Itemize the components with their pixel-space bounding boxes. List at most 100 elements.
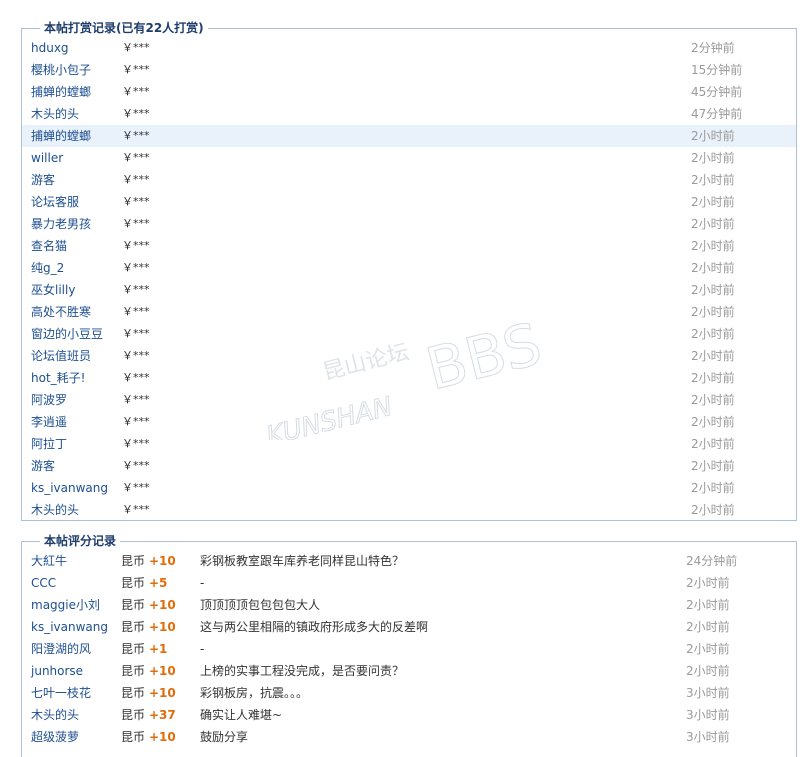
reward-row: 巫女lilly ￥*** 2小时前: [22, 279, 796, 301]
reward-row: 纯g_2 ￥*** 2小时前: [22, 257, 796, 279]
reward-row: 樱桃小包子 ￥*** 15分钟前: [22, 59, 796, 81]
reward-user-link[interactable]: hduxg: [31, 37, 69, 59]
rating-currency: 昆币: [121, 730, 146, 744]
rating-reason: -: [200, 642, 205, 656]
reward-row: hduxg ￥*** 2分钟前: [22, 37, 796, 59]
reward-user-link[interactable]: hot_耗子!: [31, 367, 85, 389]
reward-user-link[interactable]: 阿波罗: [31, 389, 67, 411]
reward-row: 游客 ￥*** 2小时前: [22, 169, 796, 191]
reward-record-title: 本帖打赏记录(已有22人打赏): [40, 20, 208, 36]
reward-amount: ￥***: [122, 41, 150, 54]
rating-reason: 鼓励分享: [200, 730, 249, 744]
reward-amount: ￥***: [122, 327, 150, 340]
rating-score: +10: [149, 686, 176, 700]
rating-currency: 昆币: [121, 598, 146, 612]
reward-user-link[interactable]: 游客: [31, 455, 55, 477]
rating-time: 2小时前: [686, 664, 730, 678]
rating-user-link[interactable]: 超级菠萝: [31, 726, 79, 748]
reward-user-link[interactable]: 查名猫: [31, 235, 67, 257]
rating-user-link[interactable]: 七叶一枝花: [31, 682, 91, 704]
rating-time: 24分钟前: [686, 554, 738, 568]
rating-user-link[interactable]: 阳澄湖的风: [31, 638, 91, 660]
reward-user-link[interactable]: willer: [31, 147, 63, 169]
rating-user-link[interactable]: 木头的头: [31, 704, 79, 726]
rating-time: 2小时前: [686, 620, 730, 634]
rating-time: 3小时前: [686, 686, 730, 700]
reward-user-link[interactable]: 樱桃小包子: [31, 59, 91, 81]
reward-amount: ￥***: [122, 107, 150, 120]
rating-reason: 彩钢板房，抗震。。。: [200, 686, 309, 700]
reward-row: 论坛客服 ￥*** 2小时前: [22, 191, 796, 213]
reward-time: 2小时前: [691, 195, 735, 209]
reward-time: 2小时前: [691, 129, 735, 143]
reward-row: 捕蝉的螳螂 ￥*** 2小时前: [22, 125, 796, 147]
reward-user-link[interactable]: 暴力老男孩: [31, 213, 91, 235]
reward-user-link[interactable]: ks_ivanwang: [31, 477, 108, 499]
rating-reason: -: [200, 576, 205, 590]
reward-amount: ￥***: [122, 349, 150, 362]
reward-user-link[interactable]: 捕蝉的螳螂: [31, 125, 91, 147]
reward-row: 阿拉丁 ￥*** 2小时前: [22, 433, 796, 455]
reward-amount: ￥***: [122, 393, 150, 406]
rating-user-link[interactable]: ks_ivanwang: [31, 616, 108, 638]
rating-user-link[interactable]: CCC: [31, 572, 56, 594]
reward-user-link[interactable]: 木头的头: [31, 103, 79, 125]
reward-user-link[interactable]: 游客: [31, 169, 55, 191]
reward-amount: ￥***: [122, 283, 150, 296]
rating-time: 2小时前: [686, 642, 730, 656]
reward-user-link[interactable]: 纯g_2: [31, 257, 64, 279]
reward-time: 2小时前: [691, 173, 735, 187]
rating-score: +1: [149, 642, 168, 656]
reward-row: hot_耗子! ￥*** 2小时前: [22, 367, 796, 389]
rating-score: +10: [149, 664, 176, 678]
reward-user-link[interactable]: 巫女lilly: [31, 279, 75, 301]
reward-row: 李逍遥 ￥*** 2小时前: [22, 411, 796, 433]
rating-time: 2小时前: [686, 576, 730, 590]
reward-user-link[interactable]: 阿拉丁: [31, 433, 67, 455]
rating-currency: 昆币: [121, 620, 146, 634]
reward-time: 2小时前: [691, 305, 735, 319]
reward-user-link[interactable]: 木头的头: [31, 499, 79, 521]
rating-currency: 昆币: [121, 664, 146, 678]
reward-user-link[interactable]: 窗边的小豆豆: [31, 323, 103, 345]
reward-amount: ￥***: [122, 415, 150, 428]
reward-amount: ￥***: [122, 481, 150, 494]
rating-score: +10: [149, 554, 176, 568]
rating-row: maggie小刘 昆币 +10 顶顶顶顶包包包包大人 2小时前: [22, 594, 796, 616]
reward-user-link[interactable]: 高处不胜寒: [31, 301, 91, 323]
reward-amount: ￥***: [122, 371, 150, 384]
rating-user-link[interactable]: junhorse: [31, 660, 83, 682]
rating-user-link[interactable]: maggie小刘: [31, 594, 100, 616]
reward-amount: ￥***: [122, 63, 150, 76]
rating-row: 木头的头 昆币 +37 确实让人难堪~ 3小时前: [22, 704, 796, 726]
reward-time: 2小时前: [691, 261, 735, 275]
reward-row: 暴力老男孩 ￥*** 2小时前: [22, 213, 796, 235]
rating-score: +10: [149, 620, 176, 634]
reward-time: 2小时前: [691, 503, 735, 517]
reward-time: 2小时前: [691, 151, 735, 165]
reward-row: 高处不胜寒 ￥*** 2小时前: [22, 301, 796, 323]
reward-user-link[interactable]: 捕蝉的螳螂: [31, 81, 91, 103]
rating-row: CCC 昆币 +5 - 2小时前: [22, 572, 796, 594]
rating-record-title: 本帖评分记录: [40, 533, 121, 549]
rating-row: 阳澄湖的风 昆币 +1 - 2小时前: [22, 638, 796, 660]
rating-time: 2小时前: [686, 598, 730, 612]
reward-user-link[interactable]: 李逍遥: [31, 411, 67, 433]
rating-reason: 这与两公里相隔的镇政府形成多大的反差啊: [200, 620, 429, 634]
reward-row: 游客 ￥*** 2小时前: [22, 455, 796, 477]
rating-currency: 昆币: [121, 708, 146, 722]
rating-time: 3小时前: [686, 730, 730, 744]
reward-time: 2小时前: [691, 283, 735, 297]
reward-user-link[interactable]: 论坛客服: [31, 191, 79, 213]
rating-score: +37: [149, 708, 176, 722]
reward-amount: ￥***: [122, 217, 150, 230]
rating-reason: 彩钢板教室跟车库养老同样昆山特色？: [200, 554, 405, 568]
rating-reason: 确实让人难堪~: [200, 708, 283, 722]
reward-row: 木头的头 ￥*** 2小时前: [22, 499, 796, 521]
reward-amount: ￥***: [122, 151, 150, 164]
reward-user-link[interactable]: 论坛值班员: [31, 345, 91, 367]
rating-row: ks_ivanwang 昆币 +10 这与两公里相隔的镇政府形成多大的反差啊 2小时前: [22, 616, 796, 638]
rating-user-link[interactable]: 大紅牛: [31, 550, 67, 572]
rating-row: junhorse 昆币 +10 上榜的实事工程没完成，是否要问责？ 2小时前: [22, 660, 796, 682]
reward-row: 查名猫 ￥*** 2小时前: [22, 235, 796, 257]
